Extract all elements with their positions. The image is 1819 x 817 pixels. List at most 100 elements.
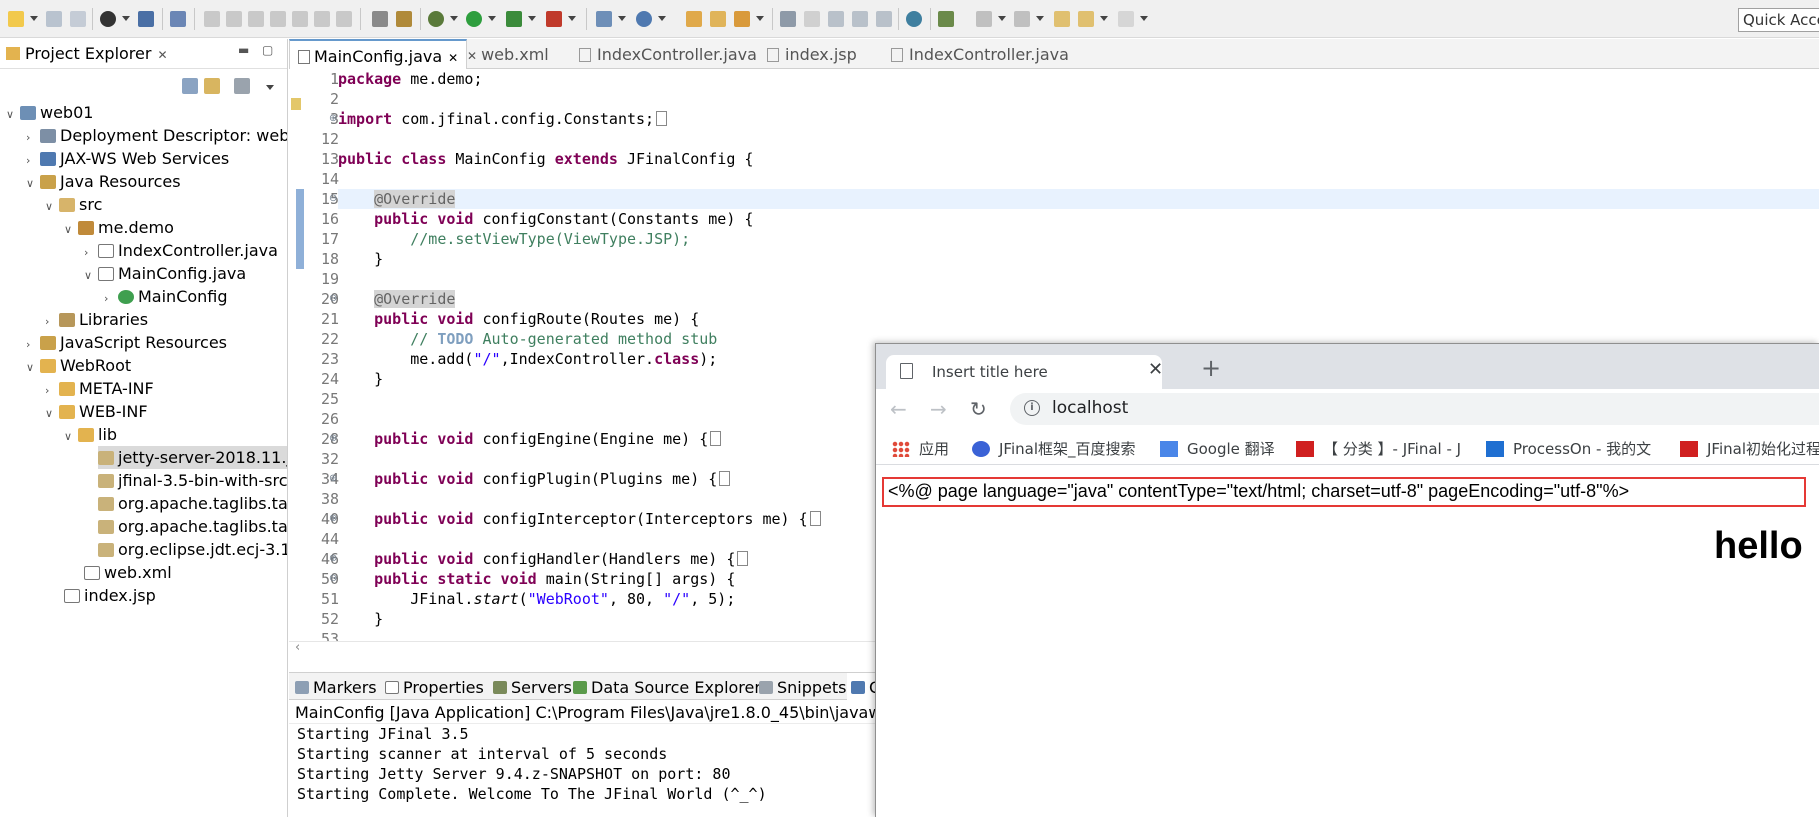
tree-item-indexcontroller[interactable]: › IndexController.java bbox=[84, 239, 278, 262]
tree-item-lib[interactable]: ∨ lib bbox=[64, 423, 117, 446]
disconnect-icon[interactable] bbox=[270, 11, 286, 27]
mark-occurrences-icon[interactable] bbox=[804, 11, 820, 27]
debug-dropdown-arrow[interactable] bbox=[450, 16, 458, 21]
next-annotation-icon[interactable] bbox=[976, 11, 992, 27]
close-icon[interactable]: ✕ bbox=[157, 48, 167, 62]
terminate-icon[interactable] bbox=[248, 11, 264, 27]
resume-icon[interactable] bbox=[204, 11, 220, 27]
collapse-icon[interactable]: ⊖ bbox=[329, 289, 337, 309]
tree-item-libraries[interactable]: › Libraries bbox=[45, 308, 148, 331]
tree-item-meta-inf[interactable]: › META-INF bbox=[45, 377, 154, 400]
bookmark-jfinal-init[interactable]: JFinal初始化过程 bbox=[1680, 438, 1819, 459]
tree-item-src[interactable]: ∨ src bbox=[45, 193, 102, 216]
back-arrow-icon[interactable]: ← bbox=[890, 397, 907, 421]
account-icon[interactable] bbox=[100, 11, 116, 27]
chevron-down-icon[interactable]: ∨ bbox=[64, 425, 78, 448]
debug-icon[interactable] bbox=[428, 11, 444, 27]
tree-item-mainconfig-class[interactable]: › MainConfig bbox=[104, 285, 228, 308]
show-whitespace-icon[interactable] bbox=[876, 11, 892, 27]
chevron-down-icon[interactable]: ∨ bbox=[45, 195, 59, 218]
close-icon[interactable]: ✕ bbox=[1148, 359, 1163, 380]
new-java-class-dropdown-arrow[interactable] bbox=[658, 16, 666, 21]
chevron-right-icon[interactable]: › bbox=[45, 379, 59, 402]
tab-indexcontroller-java-2[interactable]: IndexController.java bbox=[883, 39, 1077, 69]
chevron-right-icon[interactable]: › bbox=[84, 241, 98, 264]
tree-item-java-resources[interactable]: ∨ Java Resources bbox=[26, 170, 181, 193]
close-icon[interactable]: ✕ bbox=[448, 51, 458, 65]
quick-access-field[interactable]: Quick Access bbox=[1738, 8, 1819, 32]
tree-item-deployment-descriptor[interactable]: › Deployment Descriptor: web01 bbox=[26, 124, 287, 149]
use-step-filters-icon[interactable] bbox=[396, 11, 412, 27]
chevron-down-icon[interactable]: ∨ bbox=[64, 218, 78, 241]
tree-item-mainconfig-java[interactable]: ∨ MainConfig.java bbox=[84, 262, 246, 285]
bookmark-processon[interactable]: ProcessOn - 我的文 bbox=[1486, 438, 1651, 459]
folded-code-icon[interactable] bbox=[737, 551, 749, 566]
tree-item-web-inf[interactable]: ∨ WEB-INF bbox=[45, 400, 148, 423]
collapse-icon[interactable]: ⊖ bbox=[329, 569, 337, 589]
block-selection-icon[interactable] bbox=[852, 11, 868, 27]
new-icon[interactable] bbox=[8, 11, 24, 27]
search-icon[interactable] bbox=[734, 11, 750, 27]
minimize-icon[interactable]: ▬ bbox=[238, 43, 249, 57]
tree-item-javascript-resources[interactable]: › JavaScript Resources bbox=[26, 331, 227, 354]
suspend-icon[interactable] bbox=[226, 11, 242, 27]
tab-mainconfig-java[interactable]: MainConfig.java ✕ bbox=[289, 39, 468, 69]
collapse-all-icon[interactable] bbox=[182, 78, 198, 94]
folded-code-icon[interactable] bbox=[710, 431, 722, 446]
tab-index-jsp[interactable]: index.jsp bbox=[759, 39, 865, 69]
tab-indexcontroller-java[interactable]: IndexController.java bbox=[571, 39, 765, 69]
tree-item-index-jsp[interactable]: index.jsp bbox=[64, 584, 156, 607]
address-bar[interactable]: i localhost bbox=[1010, 393, 1819, 425]
folded-code-icon[interactable] bbox=[719, 471, 731, 486]
filters-icon[interactable] bbox=[234, 78, 250, 94]
new-dropdown-arrow[interactable] bbox=[30, 16, 38, 21]
step-over-icon[interactable] bbox=[314, 11, 330, 27]
maximize-icon[interactable]: ▢ bbox=[262, 43, 273, 57]
collapse-icon[interactable]: ⊖ bbox=[329, 189, 337, 209]
open-perspective-icon[interactable] bbox=[938, 11, 954, 27]
tree-item-webroot[interactable]: ∨ WebRoot bbox=[26, 354, 131, 377]
last-edit-location-icon[interactable] bbox=[1054, 11, 1070, 27]
next-annotation-dropdown-arrow[interactable] bbox=[998, 16, 1006, 21]
run-server-icon[interactable] bbox=[506, 11, 522, 27]
new-server-icon[interactable] bbox=[596, 11, 612, 27]
open-type-icon[interactable] bbox=[686, 11, 702, 27]
open-task-icon[interactable] bbox=[710, 11, 726, 27]
tab-servers[interactable]: Servers bbox=[493, 673, 572, 701]
tree-item-taglibs-jar-2[interactable]: org.apache.taglibs.taglibs bbox=[98, 515, 287, 538]
tree-item-web-xml[interactable]: web.xml bbox=[84, 561, 172, 584]
external-tools-icon[interactable] bbox=[546, 11, 562, 27]
info-icon[interactable]: i bbox=[1024, 400, 1040, 416]
run-server-dropdown-arrow[interactable] bbox=[528, 16, 536, 21]
expand-icon[interactable]: ⊕ bbox=[329, 549, 337, 569]
expand-icon[interactable]: ⊕ bbox=[329, 109, 337, 129]
browser-tab[interactable]: Insert title here ✕ bbox=[886, 355, 1163, 389]
bookmark-jfinal-baidu[interactable]: JFinal框架_百度搜索 bbox=[972, 438, 1136, 459]
expand-icon[interactable]: ⊕ bbox=[329, 509, 337, 529]
back-dropdown-arrow[interactable] bbox=[1100, 16, 1108, 21]
folded-code-icon[interactable] bbox=[809, 511, 821, 526]
chevron-down-icon[interactable]: ∨ bbox=[26, 172, 40, 195]
tab-properties[interactable]: Properties bbox=[385, 673, 484, 701]
chevron-down-icon[interactable]: ∨ bbox=[6, 103, 20, 126]
drop-to-frame-icon[interactable] bbox=[372, 11, 388, 27]
globe-icon[interactable] bbox=[906, 11, 922, 27]
tab-web-xml[interactable]: ✕ web.xml bbox=[459, 39, 557, 69]
annotation-icon[interactable] bbox=[780, 11, 796, 27]
bookmark-google-translate[interactable]: Google 翻译 bbox=[1160, 438, 1275, 459]
step-return-icon[interactable] bbox=[336, 11, 352, 27]
tree-item-jfinal-jar[interactable]: jfinal-3.5-bin-with-src.jar bbox=[98, 469, 287, 492]
new-tab-icon[interactable]: + bbox=[1201, 354, 1221, 382]
previous-annotation-icon[interactable] bbox=[1014, 11, 1030, 27]
chevron-right-icon[interactable]: › bbox=[26, 126, 40, 149]
expand-icon[interactable]: ⊕ bbox=[329, 469, 337, 489]
forward-dropdown-arrow[interactable] bbox=[1140, 16, 1148, 21]
chevron-right-icon[interactable]: › bbox=[26, 333, 40, 356]
tab-data-source-explorer[interactable]: Data Source Explorer bbox=[573, 673, 761, 701]
bookmark-apps[interactable]: 应用 bbox=[892, 438, 949, 459]
new-java-class-icon[interactable] bbox=[636, 11, 652, 27]
tree-item-me-demo[interactable]: ∨ me.demo bbox=[64, 216, 174, 239]
new-server-dropdown-arrow[interactable] bbox=[618, 16, 626, 21]
bookmark-jfinal-category[interactable]: 【 分类 】- JFinal - J bbox=[1296, 438, 1461, 459]
back-icon[interactable] bbox=[1078, 11, 1094, 27]
